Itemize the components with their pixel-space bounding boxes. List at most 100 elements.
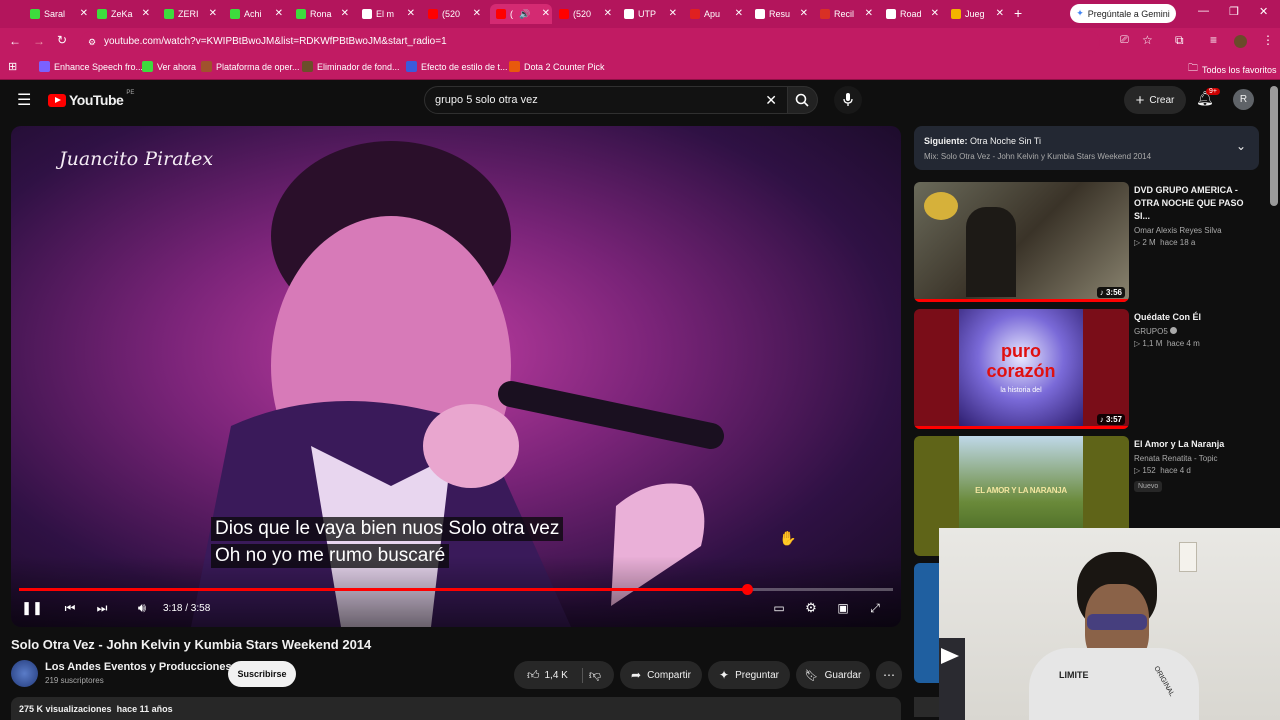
- tab-close-icon[interactable]: ✕: [80, 8, 88, 19]
- bookmark-item[interactable]: Efecto de estilo de t...: [406, 61, 508, 72]
- tab-close-icon[interactable]: ✕: [604, 8, 612, 19]
- tab-close-icon[interactable]: ✕: [407, 8, 415, 19]
- tab-close-icon[interactable]: ✕: [275, 8, 283, 19]
- bookmark-star-icon[interactable]: ☆: [1142, 33, 1153, 47]
- subscribe-button[interactable]: Suscribirse: [228, 661, 296, 687]
- progress-scrubber[interactable]: [742, 584, 754, 595]
- search-button[interactable]: [788, 86, 818, 114]
- recommendation-channel[interactable]: GRUPO5: [1134, 327, 1258, 336]
- hamburger-menu-icon[interactable]: ☰: [17, 90, 31, 110]
- browser-tab-active[interactable]: (🔊 ✕: [490, 4, 552, 24]
- tab-close-icon[interactable]: ✕: [542, 8, 550, 19]
- recommendation-thumbnail-partial[interactable]: [914, 563, 940, 683]
- voice-search-button[interactable]: [834, 86, 862, 114]
- tab-close-icon[interactable]: ✕: [800, 8, 808, 19]
- tab-close-icon[interactable]: ✕: [669, 8, 677, 19]
- account-avatar[interactable]: R: [1233, 89, 1254, 110]
- tab-close-icon[interactable]: ✕: [996, 8, 1004, 19]
- reload-icon[interactable]: ↻: [57, 33, 67, 47]
- browser-tab[interactable]: El m ✕: [362, 4, 417, 24]
- tab-close-icon[interactable]: ✕: [341, 8, 349, 19]
- tab-close-icon[interactable]: ✕: [735, 8, 743, 19]
- channel-name[interactable]: Los Andes Eventos y Producciones: [45, 661, 232, 673]
- recommendation-title[interactable]: El Amor y La Naranja: [1134, 438, 1258, 451]
- bookmark-item[interactable]: Dota 2 Counter Pick: [509, 61, 605, 72]
- new-tab-button[interactable]: +: [1014, 5, 1022, 21]
- recommendation-channel[interactable]: Omar Alexis Reyes Silva: [1134, 226, 1258, 235]
- dislike-button[interactable]: 👎︎: [589, 668, 601, 683]
- cast-icon[interactable]: ⎚: [1120, 34, 1129, 47]
- browser-tab[interactable]: Achi ✕: [230, 4, 285, 24]
- bookmark-item[interactable]: Ver ahora: [142, 61, 196, 72]
- share-button[interactable]: ➦ Compartir: [620, 661, 702, 689]
- browser-tab[interactable]: Recil ✕: [820, 4, 875, 24]
- recommendation-thumbnail[interactable]: ♪ 3:56: [914, 182, 1129, 302]
- apps-grid-icon[interactable]: ⊞: [8, 60, 17, 73]
- browser-menu-icon[interactable]: ⋮: [1262, 33, 1274, 47]
- profile-avatar[interactable]: [1234, 35, 1247, 48]
- chevron-down-icon[interactable]: ⌄: [1236, 139, 1246, 153]
- up-next-bar[interactable]: Siguiente: Otra Noche Sin Ti Mix: Solo O…: [914, 126, 1259, 170]
- tab-close-icon[interactable]: ✕: [865, 8, 873, 19]
- forward-icon[interactable]: →: [33, 34, 45, 48]
- save-button[interactable]: 🔖︎ Guardar: [796, 661, 870, 689]
- all-bookmarks-button[interactable]: 🗀 Todos los favoritos: [1188, 61, 1277, 78]
- next-icon[interactable]: ⏭︎: [93, 598, 111, 618]
- extensions-icon[interactable]: ⧉: [1175, 33, 1184, 48]
- browser-tab[interactable]: (520 ✕: [428, 4, 483, 24]
- browser-tab[interactable]: Apu ✕: [690, 4, 745, 24]
- fullscreen-icon[interactable]: ⤢: [866, 598, 884, 618]
- previous-icon[interactable]: ⏮︎: [61, 598, 79, 618]
- tab-close-icon[interactable]: ✕: [209, 8, 217, 19]
- like-button[interactable]: 👍︎ 1,4 K: [527, 667, 583, 683]
- more-actions-button[interactable]: ⋯: [876, 661, 902, 689]
- notifications-button[interactable]: 🔔︎ 9+: [1196, 88, 1220, 107]
- search-input[interactable]: grupo 5 solo otra vez ✕: [424, 86, 788, 114]
- video-player[interactable]: Juancito Piratex Dios que le vaya bien n…: [11, 126, 901, 627]
- speaker-icon[interactable]: 🔊: [519, 9, 530, 20]
- recommendation-channel[interactable]: Renata Renatita - Topic: [1134, 454, 1258, 463]
- recommendation-thumbnail[interactable]: puro corazón la historia del ♪ 3:57: [914, 309, 1129, 429]
- bookmark-item[interactable]: Eliminador de fond...: [302, 61, 400, 72]
- browser-tab[interactable]: Jueg ✕: [951, 4, 1006, 24]
- browser-tab[interactable]: ZeKa ✕: [97, 4, 152, 24]
- url-input[interactable]: ⚙ youtube.com/watch?v=KWIPBtBwoJM&list=R…: [80, 31, 1100, 53]
- progress-bar[interactable]: [19, 584, 893, 595]
- youtube-logo[interactable]: YouTube PE: [48, 90, 134, 108]
- tab-close-icon[interactable]: ✕: [142, 8, 150, 19]
- recommendation-item[interactable]: ♪ 3:56 DVD GRUPO AMERICA - OTRA NOCHE QU…: [914, 182, 1274, 302]
- volume-icon[interactable]: 🔊︎: [132, 598, 152, 618]
- recommendation-title[interactable]: DVD GRUPO AMERICA - OTRA NOCHE QUE PASO …: [1134, 184, 1258, 223]
- description-box[interactable]: 275 K visualizaciones hace 11 años: [11, 697, 901, 720]
- bookmark-item[interactable]: Enhance Speech fro...: [39, 61, 143, 72]
- theater-mode-icon[interactable]: ▣: [834, 598, 852, 618]
- gemini-button[interactable]: ✦ Pregúntale a Gemini: [1070, 4, 1176, 23]
- browser-tab[interactable]: ZERI ✕: [164, 4, 219, 24]
- tab-close-icon[interactable]: ✕: [473, 8, 481, 19]
- minimize-icon[interactable]: —: [1198, 5, 1209, 17]
- recommendation-thumbnail-partial[interactable]: [914, 697, 940, 717]
- recommendation-item[interactable]: puro corazón la historia del ♪ 3:57 Quéda…: [914, 309, 1274, 429]
- browser-tab[interactable]: Rona ✕: [296, 4, 351, 24]
- maximize-icon[interactable]: ❐: [1229, 5, 1239, 18]
- browser-tab[interactable]: Saral ✕: [30, 4, 90, 24]
- window-close-icon[interactable]: ✕: [1259, 5, 1268, 18]
- browser-tab[interactable]: UTP ✕: [624, 4, 679, 24]
- browser-tab[interactable]: Resu ✕: [755, 4, 810, 24]
- tab-close-icon[interactable]: ✕: [931, 8, 939, 19]
- media-control-icon[interactable]: ≡: [1210, 33, 1217, 47]
- subtitles-icon[interactable]: ▭: [770, 598, 788, 618]
- bookmark-item[interactable]: Plataforma de oper...: [201, 61, 300, 72]
- create-button[interactable]: + Crear: [1124, 86, 1186, 114]
- ask-button[interactable]: ✦ Preguntar: [708, 661, 790, 689]
- recommendation-title[interactable]: Quédate Con Él: [1134, 311, 1258, 324]
- site-info-icon[interactable]: ⚙: [88, 31, 96, 53]
- clear-search-icon[interactable]: ✕: [765, 87, 777, 113]
- settings-gear-icon[interactable]: ⚙: [802, 598, 820, 618]
- browser-tab[interactable]: Road ✕: [886, 4, 941, 24]
- channel-avatar[interactable]: [11, 660, 38, 687]
- pause-icon[interactable]: ❚❚: [21, 598, 43, 618]
- back-icon[interactable]: ←: [9, 34, 21, 48]
- browser-tab[interactable]: (520 ✕: [559, 4, 614, 24]
- page-scrollbar[interactable]: [1270, 86, 1278, 206]
